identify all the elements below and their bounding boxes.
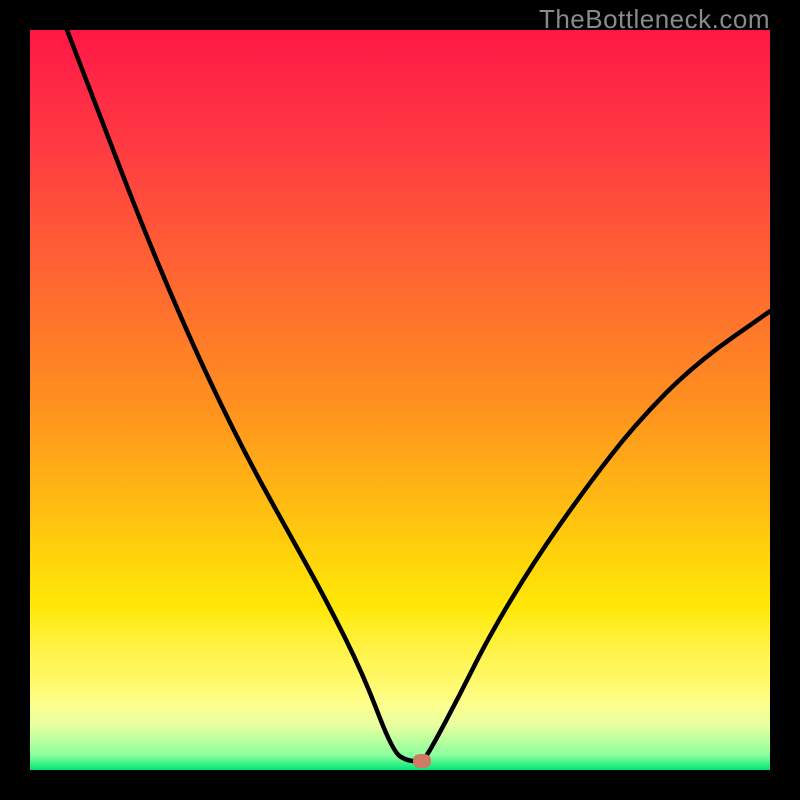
chart-frame: TheBottleneck.com (0, 0, 800, 800)
plot-area (30, 30, 770, 770)
optimum-marker (413, 754, 431, 768)
bottleneck-curve (30, 30, 770, 770)
